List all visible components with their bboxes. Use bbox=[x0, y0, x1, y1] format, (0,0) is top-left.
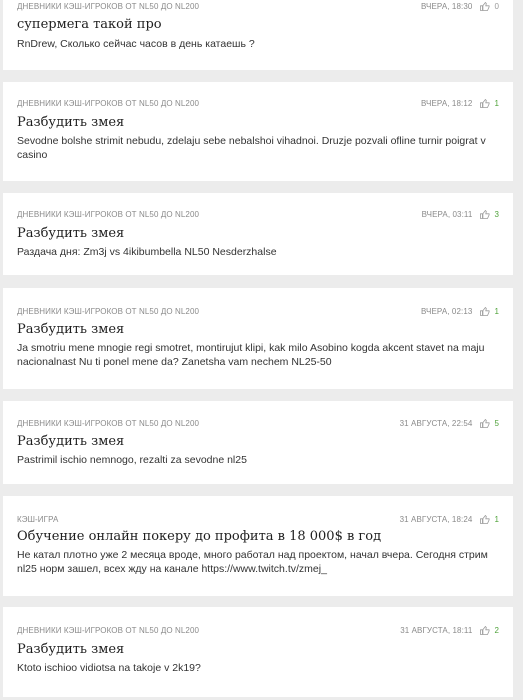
like-count: 1 bbox=[494, 306, 499, 316]
post-card[interactable]: Кэш-игра 31 августа, 18:24 1 Обучение он… bbox=[3, 496, 513, 596]
post-title[interactable]: Разбудить змея bbox=[17, 642, 499, 657]
post-title[interactable]: Разбудить змея bbox=[17, 226, 499, 241]
post-title[interactable]: Обучение онлайн покеру до профита в 18 0… bbox=[17, 529, 499, 544]
post-date: Вчера, 18:12 bbox=[420, 98, 473, 108]
post-date: Вчера, 18:30 bbox=[420, 1, 473, 11]
post-meta: Дневники кэш-игроков от NL50 до NL200 Вч… bbox=[17, 97, 499, 109]
thumbs-up-icon bbox=[480, 625, 490, 635]
post-excerpt: Раздача дня: Zm3j vs 4ikibumbella NL50 N… bbox=[17, 246, 277, 258]
like-button[interactable]: 0 bbox=[480, 1, 499, 11]
post-card[interactable]: Дневники кэш-игроков от NL50 до NL200 Вч… bbox=[3, 82, 513, 181]
post-date: 31 августа, 18:24 bbox=[399, 514, 473, 524]
post-category[interactable]: Дневники кэш-игроков от NL50 до NL200 bbox=[17, 307, 421, 316]
post-date: 31 августа, 18:11 bbox=[400, 625, 473, 635]
post-date: Вчера, 02:13 bbox=[420, 306, 473, 316]
post-excerpt: RnDrew, Сколько сейчас часов в день ката… bbox=[17, 38, 255, 50]
like-button[interactable]: 1 bbox=[480, 98, 499, 108]
post-excerpt: Ktoto ischioo vidiotsa na takoje v 2k19? bbox=[17, 662, 201, 674]
post-title[interactable]: супермега такой про bbox=[17, 17, 499, 32]
post-card[interactable]: Дневники кэш-игроков от NL50 до NL200 31… bbox=[3, 607, 513, 697]
post-card[interactable]: Дневники кэш-игроков от NL50 до NL200 Вч… bbox=[3, 288, 513, 389]
like-count: 2 bbox=[494, 625, 499, 635]
post-card[interactable]: Дневники кэш-игроков от NL50 до NL200 31… bbox=[3, 401, 513, 484]
post-excerpt: Ja smotriu mene mnogie regi smotret, mon… bbox=[17, 342, 485, 368]
post-title[interactable]: Разбудить змея bbox=[17, 322, 499, 337]
like-count: 1 bbox=[494, 514, 499, 524]
post-meta: Кэш-игра 31 августа, 18:24 1 bbox=[17, 513, 499, 525]
post-category[interactable]: Дневники кэш-игроков от NL50 до NL200 bbox=[17, 99, 421, 108]
post-category[interactable]: Дневники кэш-игроков от NL50 до NL200 bbox=[17, 210, 422, 219]
like-button[interactable]: 1 bbox=[480, 306, 499, 316]
post-date: Вчера, 03:11 bbox=[421, 209, 473, 219]
thumbs-up-icon bbox=[480, 306, 490, 316]
post-category[interactable]: Кэш-игра bbox=[17, 515, 400, 524]
like-button[interactable]: 1 bbox=[480, 514, 499, 524]
post-meta: Дневники кэш-игроков от NL50 до NL200 31… bbox=[17, 417, 499, 429]
thumbs-up-icon bbox=[480, 209, 490, 219]
like-button[interactable]: 5 bbox=[480, 418, 499, 428]
thumbs-up-icon bbox=[480, 1, 490, 11]
like-count: 1 bbox=[494, 98, 499, 108]
post-category[interactable]: Дневники кэш-игроков от NL50 до NL200 bbox=[17, 626, 400, 635]
thumbs-up-icon bbox=[480, 514, 490, 524]
post-category[interactable]: Дневники кэш-игроков от NL50 до NL200 bbox=[17, 2, 421, 11]
post-title[interactable]: Разбудить змея bbox=[17, 115, 499, 130]
post-meta: Дневники кэш-игроков от NL50 до NL200 31… bbox=[17, 624, 499, 636]
like-button[interactable]: 3 bbox=[480, 209, 499, 219]
like-button[interactable]: 2 bbox=[480, 625, 499, 635]
post-feed: Дневники кэш-игроков от NL50 до NL200 Вч… bbox=[0, 0, 523, 700]
post-card[interactable]: Дневники кэш-игроков от NL50 до NL200 Вч… bbox=[3, 0, 513, 70]
post-category[interactable]: Дневники кэш-игроков от NL50 до NL200 bbox=[17, 419, 400, 428]
post-excerpt: Не катал плотно уже 2 месяца вроде, мног… bbox=[17, 549, 488, 575]
post-title[interactable]: Разбудить змея bbox=[17, 434, 499, 449]
post-meta: Дневники кэш-игроков от NL50 до NL200 Вч… bbox=[17, 305, 499, 317]
like-count: 0 bbox=[494, 1, 499, 11]
like-count: 5 bbox=[494, 418, 499, 428]
post-card[interactable]: Дневники кэш-игроков от NL50 до NL200 Вч… bbox=[3, 193, 513, 275]
post-date: 31 августа, 22:54 bbox=[399, 418, 473, 428]
post-excerpt: Pastrimil ischio nemnogo, rezalti za sev… bbox=[17, 454, 247, 466]
post-meta: Дневники кэш-игроков от NL50 до NL200 Вч… bbox=[17, 0, 499, 12]
thumbs-up-icon bbox=[480, 98, 490, 108]
like-count: 3 bbox=[494, 209, 499, 219]
post-meta: Дневники кэш-игроков от NL50 до NL200 Вч… bbox=[17, 208, 499, 220]
post-excerpt: Sevodne bolshe strimit nebudu, zdelaju s… bbox=[17, 135, 486, 161]
thumbs-up-icon bbox=[480, 418, 490, 428]
